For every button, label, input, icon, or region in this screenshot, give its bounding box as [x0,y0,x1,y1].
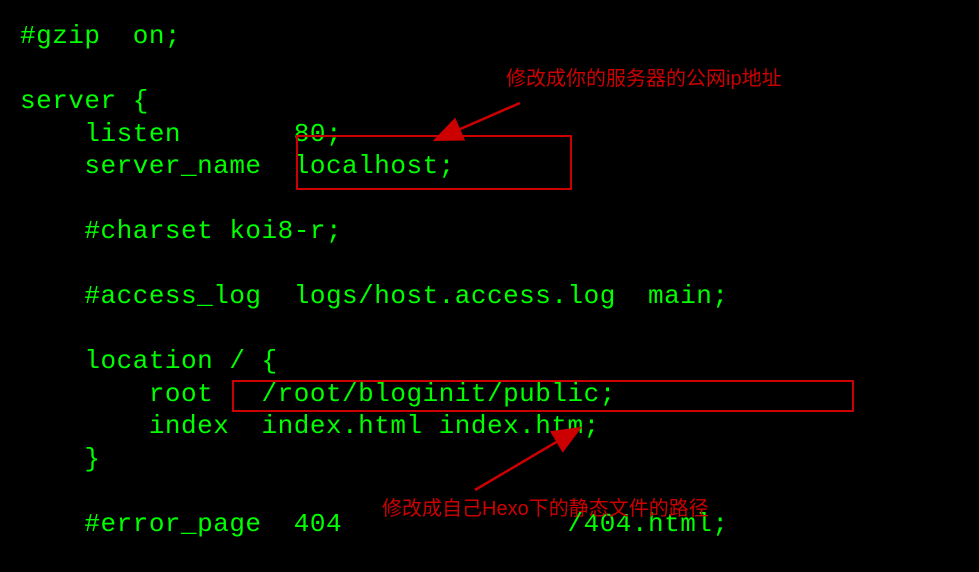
arrow-icon [420,95,530,150]
annotation-servername: 修改成你的服务器的公网ip地址 [506,62,782,91]
nginx-config-code: #gzip on; server { listen 80; server_nam… [20,20,729,540]
arrow-icon [460,418,590,498]
highlight-box-rootpath [232,380,854,412]
